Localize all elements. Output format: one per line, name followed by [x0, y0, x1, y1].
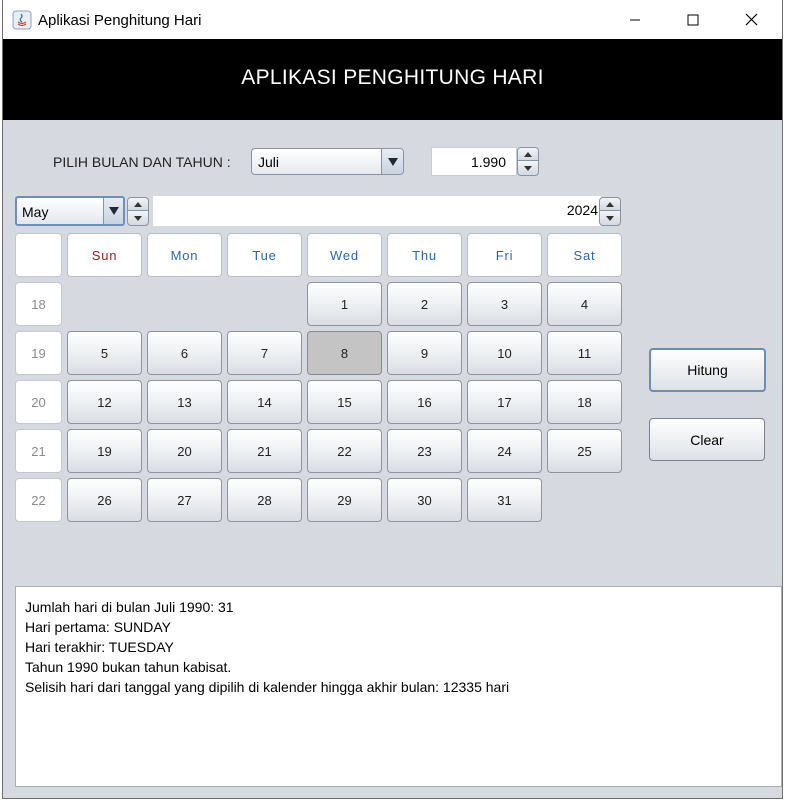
- week-number: 19: [15, 331, 62, 375]
- arrow-up-icon: [134, 201, 142, 207]
- header-banner: APLIKASI PENGHITUNG HARI: [3, 39, 782, 120]
- week-number: 21: [15, 429, 62, 473]
- calendar-day-button[interactable]: 9: [387, 331, 462, 375]
- day-header-tue: Tue: [227, 233, 302, 277]
- week-number-header: [15, 233, 62, 277]
- result-line: Jumlah hari di bulan Juli 1990: 31: [25, 599, 234, 615]
- calendar-day-button[interactable]: 18: [547, 380, 622, 424]
- calendar-day-button[interactable]: 23: [387, 429, 462, 473]
- day-header-thu: Thu: [387, 233, 462, 277]
- calendar-day-button[interactable]: 5: [67, 331, 142, 375]
- calendar-day-button[interactable]: 3: [467, 282, 542, 326]
- header-title: APLIKASI PENGHITUNG HARI: [241, 66, 544, 89]
- month-year-label: PILIH BULAN DAN TAHUN :: [53, 154, 231, 170]
- month-prev-button[interactable]: [127, 211, 149, 226]
- calendar-day-button[interactable]: 10: [467, 331, 542, 375]
- calendar-day-button[interactable]: 27: [147, 478, 222, 522]
- calendar-day-button[interactable]: 20: [147, 429, 222, 473]
- calendar-day-button[interactable]: 17: [467, 380, 542, 424]
- arrow-down-icon: [606, 215, 614, 221]
- maximize-icon: [687, 14, 699, 25]
- calendar-day-button[interactable]: 7: [227, 331, 302, 375]
- calendar-day-button[interactable]: 11: [547, 331, 622, 375]
- calendar-day-button[interactable]: 31: [467, 478, 542, 522]
- calendar-day-button[interactable]: 13: [147, 380, 222, 424]
- calendar-day-button[interactable]: 22: [307, 429, 382, 473]
- arrow-up-icon: [524, 151, 532, 157]
- calendar-year-spinner-buttons: [599, 197, 621, 226]
- calendar-day-button[interactable]: 4: [547, 282, 622, 326]
- calendar-year-field[interactable]: 2024: [153, 196, 601, 226]
- window-title: Aplikasi Penghitung Hari: [38, 12, 202, 29]
- calendar-day-button[interactable]: 24: [467, 429, 542, 473]
- arrow-down-icon: [134, 215, 142, 221]
- result-line: Hari pertama: SUNDAY: [25, 619, 172, 635]
- title-bar: Aplikasi Penghitung Hari: [3, 0, 782, 39]
- calendar-day-button[interactable]: 25: [547, 429, 622, 473]
- day-header-sun: Sun: [67, 233, 142, 277]
- hitung-button[interactable]: Hitung: [649, 348, 766, 392]
- calendar-day-button[interactable]: 26: [67, 478, 142, 522]
- day-header-fri: Fri: [467, 233, 542, 277]
- chevron-down-icon: [108, 207, 119, 215]
- calendar-day-button[interactable]: 6: [147, 331, 222, 375]
- calendar-day-button[interactable]: 19: [67, 429, 142, 473]
- calendar-day-button[interactable]: 30: [387, 478, 462, 522]
- arrow-up-icon: [606, 201, 614, 207]
- calendar-day-button[interactable]: 29: [307, 478, 382, 522]
- minimize-button[interactable]: [606, 0, 664, 39]
- app-window: Aplikasi Penghitung Hari APLIKASI PENGHI…: [2, 0, 783, 799]
- clear-button[interactable]: Clear: [649, 418, 765, 461]
- month-combobox[interactable]: Juli: [251, 148, 404, 175]
- calendar-day-button[interactable]: 1: [307, 282, 382, 326]
- calendar-day-button[interactable]: 12: [67, 380, 142, 424]
- calendar-month-dropdown-button[interactable]: [103, 198, 123, 224]
- calendar-day-button[interactable]: 8: [307, 331, 382, 375]
- year-spinner-buttons: [517, 147, 539, 176]
- day-header-sat: Sat: [547, 233, 622, 277]
- year-increment-button[interactable]: [517, 147, 539, 161]
- close-button[interactable]: [722, 0, 780, 39]
- chevron-down-icon: [387, 157, 398, 166]
- calendar-day-button[interactable]: 15: [307, 380, 382, 424]
- calendar-year-spinner[interactable]: 2024: [153, 196, 623, 226]
- calendar-day-button[interactable]: 14: [227, 380, 302, 424]
- calendar-day-button[interactable]: 21: [227, 429, 302, 473]
- maximize-button[interactable]: [664, 0, 722, 39]
- week-number: 18: [15, 282, 62, 326]
- calendar-day-button[interactable]: 16: [387, 380, 462, 424]
- result-line: Tahun 1990 bukan tahun kabisat.: [25, 659, 232, 675]
- year-spinner[interactable]: 1.990: [431, 147, 539, 176]
- result-line: Selisih hari dari tanggal yang dipilih d…: [25, 679, 510, 695]
- close-icon: [745, 13, 757, 26]
- java-app-icon: [12, 10, 32, 30]
- calendar-month-combobox[interactable]: May: [15, 196, 125, 226]
- month-combobox-value: Juli: [258, 154, 280, 170]
- minimize-icon: [630, 19, 640, 20]
- year-spinner-field[interactable]: 1.990: [431, 147, 517, 176]
- arrow-down-icon: [524, 165, 532, 171]
- week-number: 20: [15, 380, 62, 424]
- result-line: Hari terakhir: TUESDAY: [25, 639, 174, 655]
- calendar-year-decrement-button[interactable]: [599, 211, 621, 226]
- week-number: 22: [15, 478, 62, 522]
- result-text-area[interactable]: Jumlah hari di bulan Juli 1990: 31 Hari …: [15, 586, 782, 787]
- calendar-day-button[interactable]: 2: [387, 282, 462, 326]
- calendar-day-button[interactable]: 28: [227, 478, 302, 522]
- day-header-wed: Wed: [307, 233, 382, 277]
- month-dropdown-button[interactable]: [381, 149, 403, 174]
- year-decrement-button[interactable]: [517, 161, 539, 176]
- calendar-month-value: May: [22, 204, 49, 220]
- calendar-month-spinner: [127, 197, 149, 226]
- month-next-button[interactable]: [127, 197, 149, 211]
- calendar-year-increment-button[interactable]: [599, 197, 621, 211]
- day-header-mon: Mon: [147, 233, 222, 277]
